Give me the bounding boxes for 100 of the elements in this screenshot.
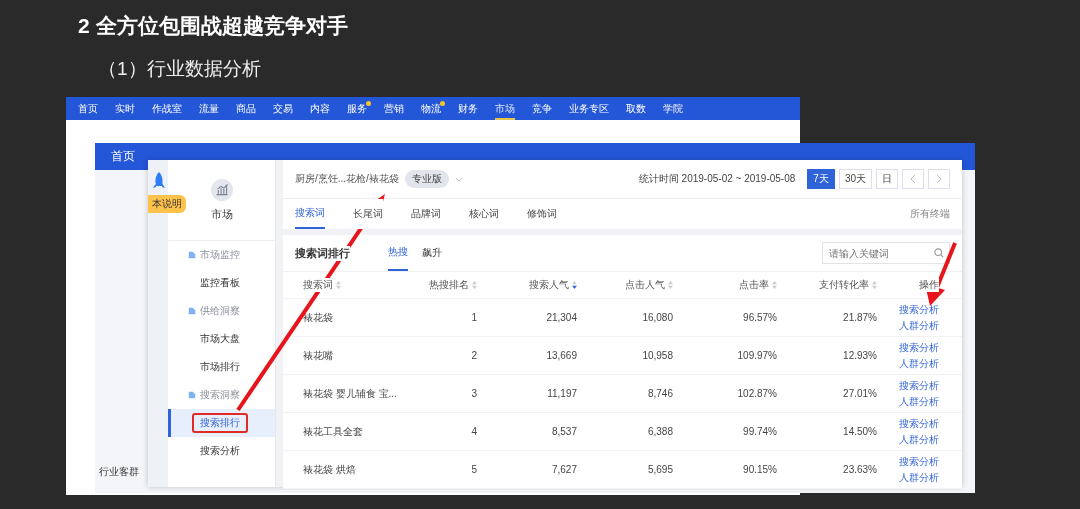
nav-item[interactable]: 服务 bbox=[347, 97, 367, 120]
table-cell-text: 5 bbox=[470, 464, 477, 475]
range-button[interactable]: 7天 bbox=[807, 169, 835, 189]
range-button[interactable]: 日 bbox=[876, 169, 898, 189]
slide-title: 2 全方位包围战超越竞争对手 bbox=[78, 13, 348, 39]
range-button[interactable]: 30天 bbox=[838, 169, 872, 189]
table-cell-text: 裱花袋 烘焙 bbox=[303, 462, 357, 477]
table-cell-text: 10,958 bbox=[641, 350, 673, 361]
nav-item[interactable]: 首页 bbox=[111, 148, 135, 165]
nav-item[interactable]: 实时 bbox=[115, 97, 135, 120]
action-link[interactable]: 人群分析 bbox=[899, 394, 939, 409]
table-cell-text: 27.01% bbox=[842, 388, 877, 399]
caret-icon[interactable] bbox=[454, 176, 463, 182]
date-range: 统计时间 2019-05-02 ~ 2019-05-08 bbox=[638, 172, 796, 186]
menu-group-label: 搜索洞察 bbox=[200, 388, 240, 402]
breadcrumb: 厨房/烹饪...花枪/裱花袋 bbox=[295, 172, 399, 186]
table-cell-text: 96.57% bbox=[742, 312, 777, 323]
table-cell-text: 裱花工具全套 bbox=[303, 424, 364, 439]
edition-tag: 专业版 bbox=[404, 170, 449, 188]
slide-subtitle: （1）行业数据分析 bbox=[98, 57, 261, 81]
document-icon bbox=[188, 251, 196, 259]
table-cell-text: 99.74% bbox=[742, 426, 777, 437]
nav-item[interactable]: 流量 bbox=[199, 97, 219, 120]
nav-item[interactable]: 竞争 bbox=[532, 97, 552, 120]
sidebar-item[interactable]: 行业客群 bbox=[99, 465, 139, 479]
module-label: 市场 bbox=[210, 206, 233, 222]
table-cell-text: 90.15% bbox=[742, 464, 777, 475]
menu-group-label: 市场监控 bbox=[200, 248, 240, 262]
column-header[interactable]: 操作 bbox=[919, 278, 939, 292]
guide-badge[interactable]: 本说明 bbox=[148, 195, 186, 213]
menu-item[interactable]: 市场大盘 bbox=[168, 325, 275, 353]
table-cell-text: 16,080 bbox=[641, 312, 673, 323]
document-icon bbox=[188, 307, 196, 315]
nav-item[interactable]: 商品 bbox=[236, 97, 256, 120]
terminal-dropdown[interactable]: 所有终端 bbox=[910, 199, 950, 229]
table-cell-text: 3 bbox=[470, 388, 477, 399]
menu-group-label: 供给洞察 bbox=[200, 304, 240, 318]
menu-item[interactable]: 搜索排行 bbox=[168, 409, 275, 437]
column-header[interactable]: 搜索人气 bbox=[529, 278, 569, 292]
table-cell-text: 21.87% bbox=[842, 312, 877, 323]
table-cell-text: 21,304 bbox=[545, 312, 577, 323]
sort-icon[interactable] bbox=[572, 281, 577, 289]
search-field[interactable]: 请输入关键词 bbox=[822, 242, 950, 264]
chevron-right-icon bbox=[936, 174, 942, 184]
action-link[interactable]: 人群分析 bbox=[899, 432, 939, 447]
table-cell-text: 13,669 bbox=[545, 350, 577, 361]
table-cell-text: 12.93% bbox=[842, 350, 877, 361]
table-cell-text: 5,695 bbox=[646, 464, 673, 475]
column-header[interactable]: 搜索词 bbox=[303, 278, 333, 292]
table-cell-text: 11,197 bbox=[546, 388, 577, 399]
nav-item[interactable]: 作战室 bbox=[152, 97, 182, 120]
document-icon bbox=[188, 391, 196, 399]
chevron-left-icon bbox=[910, 174, 916, 184]
table-cell-text: 1 bbox=[470, 312, 477, 323]
tab[interactable]: 飙升 bbox=[422, 235, 442, 271]
nav-item[interactable]: 业务专区 bbox=[569, 97, 609, 120]
table-cell-text: 109.97% bbox=[736, 350, 777, 361]
column-header[interactable]: 点击率 bbox=[739, 278, 769, 292]
tab[interactable]: 长尾词 bbox=[353, 199, 383, 229]
chart-icon bbox=[210, 178, 233, 201]
column-header[interactable]: 点击人气 bbox=[625, 278, 665, 292]
nav-item[interactable]: 市场 bbox=[495, 97, 515, 120]
action-link[interactable]: 搜索分析 bbox=[899, 454, 939, 469]
nav-item[interactable]: 财务 bbox=[458, 97, 478, 120]
column-header[interactable]: 热搜排名 bbox=[429, 278, 469, 292]
tab[interactable]: 热搜 bbox=[388, 235, 408, 271]
table-cell-text: 7,627 bbox=[550, 464, 577, 475]
table-cell-text: 2 bbox=[470, 350, 477, 361]
table-cell-text: 裱花袋 bbox=[303, 310, 334, 325]
nav-item[interactable]: 营销 bbox=[384, 97, 404, 120]
table-cell-text: 6,388 bbox=[646, 426, 673, 437]
table-cell-text: 8,537 bbox=[550, 426, 577, 437]
nav-item[interactable]: 物流 bbox=[421, 97, 441, 120]
nav-item[interactable]: 交易 bbox=[273, 97, 293, 120]
column-header[interactable]: 支付转化率 bbox=[819, 278, 869, 292]
action-link[interactable]: 搜索分析 bbox=[899, 378, 939, 393]
card-title: 搜索词排行 bbox=[295, 245, 350, 261]
menu-item[interactable]: 监控看板 bbox=[168, 269, 275, 297]
next-button[interactable] bbox=[928, 169, 950, 189]
table-cell-text: 裱花袋 婴儿辅食 宝... bbox=[303, 386, 398, 401]
action-link[interactable]: 搜索分析 bbox=[899, 340, 939, 355]
previous-button[interactable] bbox=[902, 169, 924, 189]
table-cell-text: 102.87% bbox=[736, 388, 777, 399]
table-cell-text: 14.50% bbox=[842, 426, 877, 437]
action-link[interactable]: 人群分析 bbox=[899, 318, 939, 333]
table-cell-text: 4 bbox=[470, 426, 477, 437]
table-cell-text: 23.63% bbox=[842, 464, 877, 475]
action-link[interactable]: 搜索分析 bbox=[899, 302, 939, 317]
action-link[interactable]: 人群分析 bbox=[899, 470, 939, 485]
menu-item[interactable]: 搜索分析 bbox=[168, 437, 275, 465]
table-cell-text: 裱花嘴 bbox=[303, 348, 334, 363]
nav-item[interactable]: 学院 bbox=[663, 97, 683, 120]
search-icon bbox=[934, 248, 944, 258]
table-cell-text: 8,746 bbox=[646, 388, 673, 399]
nav-item[interactable]: 内容 bbox=[310, 97, 330, 120]
action-link[interactable]: 人群分析 bbox=[899, 356, 939, 371]
menu-item[interactable]: 市场排行 bbox=[168, 353, 275, 381]
nav-item[interactable]: 首页 bbox=[78, 97, 98, 120]
action-link[interactable]: 搜索分析 bbox=[899, 416, 939, 431]
nav-item[interactable]: 取数 bbox=[626, 97, 646, 120]
